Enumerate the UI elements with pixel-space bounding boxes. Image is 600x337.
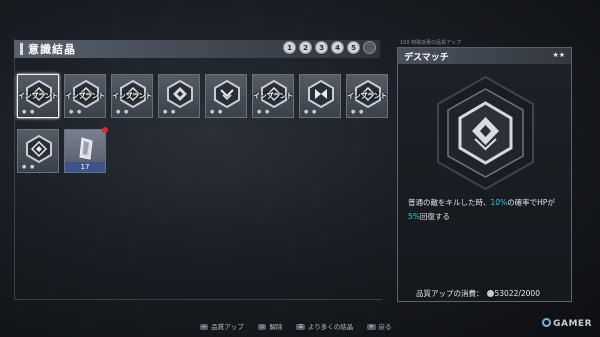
diamond-crystal-icon: [167, 80, 193, 108]
heal-value: 5%: [408, 212, 420, 221]
crystal-slot[interactable]: インプラント ● ●: [64, 74, 106, 118]
page-title: 意識結晶: [28, 43, 76, 56]
crystal-slot[interactable]: ● ●: [205, 74, 247, 118]
crystal-slot[interactable]: インプラント ● ●: [346, 74, 388, 118]
currency-icon: [486, 290, 494, 297]
slot-label: インプラント: [65, 92, 105, 100]
upgrade-cost: 品質アップの消費： 53022/2000: [416, 289, 540, 298]
rarity-stars: ★★: [552, 51, 565, 59]
detail-caption: 100 特殊効果の品質アップ: [400, 40, 462, 46]
crystal-name: デスマッチ: [404, 52, 449, 63]
slot-label: インプラント: [112, 92, 152, 100]
crystal-slot[interactable]: インプラント ● ●: [17, 74, 59, 118]
rank-dots: ● ●: [163, 109, 177, 115]
crystal-slot[interactable]: ● ●: [299, 74, 341, 118]
effect-description: 普通の敵をキルした時、10%の確率でHPが 5%回復する: [408, 198, 555, 221]
cost-value: 53022/2000: [494, 289, 540, 298]
detail-panel: デスマッチ ★★ 普通の敵をキルした時、10%の確率でHPが 5%回復する 品質…: [397, 47, 572, 302]
filter-disabled-icon[interactable]: [363, 41, 376, 54]
chance-value: 10%: [490, 198, 508, 207]
filter-3[interactable]: 3: [315, 41, 328, 54]
key-icon: ✕: [367, 324, 376, 330]
slot-label: インプラント: [253, 92, 293, 100]
rank-dots: ● ●: [22, 164, 36, 170]
key-icon: ☰: [296, 324, 305, 330]
crystal-shard-icon: [79, 137, 93, 160]
item-count: 17: [65, 162, 105, 172]
layered-diamond-crystal-icon: [26, 135, 52, 163]
rank-dots: ● ●: [116, 109, 130, 115]
rank-dots: ● ●: [210, 109, 224, 115]
header-marker: [20, 43, 23, 55]
slot-label: インプラント: [347, 92, 387, 100]
watermark-logo: GAMER: [542, 318, 592, 329]
key-icon: ⇐: [200, 324, 209, 330]
filter-2[interactable]: 2: [299, 41, 312, 54]
bowtie-crystal-icon: [308, 80, 334, 108]
rarity-filters: 1 2 3 4 5: [283, 41, 376, 54]
crystal-slot[interactable]: インプラント ● ●: [252, 74, 294, 118]
rank-dots: ● ●: [257, 109, 271, 115]
key-icon: ▭: [257, 324, 267, 330]
new-badge: [102, 127, 108, 133]
filter-1[interactable]: 1: [283, 41, 296, 54]
material-item-slot[interactable]: 17: [64, 127, 108, 173]
chevron-crystal-icon: [214, 80, 240, 108]
crystal-slot[interactable]: インプラント ● ●: [111, 74, 153, 118]
detail-header: デスマッチ ★★: [398, 48, 571, 64]
panel-header: 意識結晶 1 2 3 4 5: [14, 40, 380, 58]
crystal-slot[interactable]: ● ●: [158, 74, 200, 118]
rank-dots: ● ●: [69, 109, 83, 115]
rank-dots: ● ●: [22, 109, 36, 115]
slot-label: インプラント: [18, 92, 58, 100]
crystal-slot[interactable]: ● ●: [17, 129, 59, 173]
large-crystal-icon: [437, 75, 534, 191]
rank-dots: ● ●: [351, 109, 365, 115]
hint-unequip[interactable]: ▭ 解除: [257, 321, 282, 331]
logo-ring-icon: [542, 318, 552, 327]
hint-more-crystals[interactable]: ☰ より多くの結晶: [296, 321, 353, 331]
filter-4[interactable]: 4: [331, 41, 344, 54]
control-hints: ⇐ 品質アップ ▭ 解除 ☰ より多くの結晶 ✕ 戻る: [200, 321, 392, 331]
filter-5[interactable]: 5: [347, 41, 360, 54]
rank-dots: ● ●: [304, 109, 318, 115]
hint-back[interactable]: ✕ 戻る: [367, 321, 392, 331]
hint-upgrade[interactable]: ⇐ 品質アップ: [200, 321, 244, 331]
